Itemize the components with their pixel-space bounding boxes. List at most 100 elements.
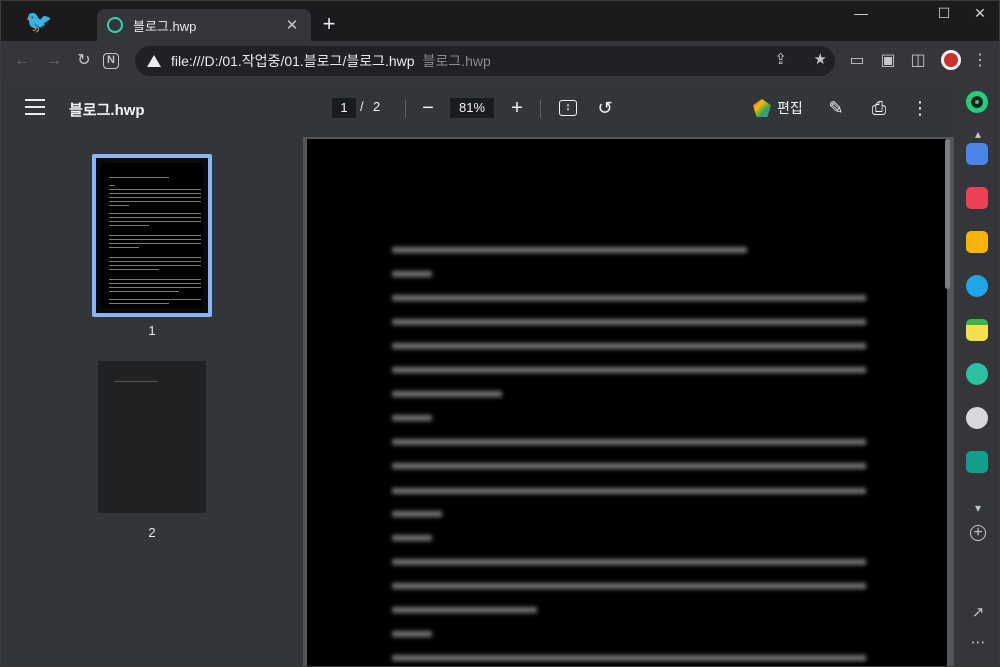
bird-decoration-icon: 🐦 (25, 9, 53, 34)
text-line (392, 655, 866, 661)
zoom-level-input[interactable]: 81% (450, 98, 494, 118)
text-line (392, 439, 866, 445)
thumb-line (109, 225, 149, 226)
add-panel-icon[interactable]: + (970, 525, 986, 541)
text-line (392, 367, 866, 373)
thumbnail-page-content (101, 163, 203, 308)
browser-window: 🐦 블로그.hwp ✕ + — ☐ ✕ ← → ↻ N file:///D:/0… (0, 0, 1000, 667)
thumbnail-label-2: 2 (148, 525, 156, 540)
not-secure-icon[interactable] (147, 55, 161, 67)
url-text: file:///D:/01.작업중/01.블로그/블로그.hwp (171, 53, 415, 69)
profile-avatar[interactable] (941, 50, 961, 70)
page-thumbnail-2[interactable] (98, 361, 206, 513)
fit-page-icon[interactable]: ↕ (559, 100, 577, 116)
gemini-icon (753, 99, 771, 117)
text-line (392, 319, 866, 325)
rotate-icon[interactable]: ↺ (594, 97, 616, 119)
text-line (392, 463, 866, 469)
document-page (307, 139, 947, 666)
maximize-button[interactable]: ☐ (929, 5, 959, 22)
thumb-line (109, 247, 139, 248)
address-bar[interactable]: file:///D:/01.작업중/01.블로그/블로그.hwp 블로그.hwp… (135, 46, 835, 76)
thumb-line (109, 265, 201, 266)
share-icon[interactable]: ⇪ (774, 50, 787, 68)
thumb-line (109, 217, 201, 218)
thumb-line (109, 189, 201, 190)
thumb-line (109, 287, 201, 288)
whale-icon[interactable] (966, 91, 988, 113)
pocket-icon[interactable] (966, 187, 988, 209)
tab-favicon-icon (107, 17, 123, 33)
zoom-in-button[interactable]: + (506, 97, 528, 119)
tab-strip: 🐦 블로그.hwp ✕ + — ☐ ✕ (1, 1, 999, 41)
text-line (392, 631, 432, 637)
thumb-line (109, 221, 201, 222)
edit-label: 편집 (777, 100, 803, 116)
text-line (392, 247, 747, 253)
new-tab-button[interactable]: + (317, 13, 341, 37)
tab-title: 블로그.hwp (133, 18, 197, 34)
page-thumbnail-1[interactable] (92, 154, 212, 317)
thumbnail-sidebar: 1 2 (1, 137, 303, 666)
thumb-line (109, 283, 201, 284)
chevron-up-icon[interactable]: ▴ (970, 127, 986, 141)
thumb-line (109, 235, 201, 236)
zoom-out-button[interactable]: − (417, 97, 439, 119)
thumb-line (109, 201, 201, 202)
bookmark-star-icon[interactable]: ★ (814, 50, 827, 68)
tab-close-button[interactable]: ✕ (283, 16, 301, 34)
more-menu-icon[interactable]: ⋮ (969, 50, 991, 72)
edit-button[interactable]: 편집 (753, 96, 803, 120)
document-title: 블로그.hwp (69, 102, 145, 119)
text-line (392, 559, 866, 565)
hamburger-menu-icon[interactable] (25, 99, 45, 115)
pdf-toolbar: 블로그.hwp 1 / 2 − 81% + ↕ ↺ 편집 ✎ ⎙ ⋮ (1, 81, 954, 137)
naver-icon[interactable]: N (103, 53, 119, 69)
thumb-line (109, 205, 129, 206)
thumb-line (109, 243, 201, 244)
text-line (392, 391, 502, 397)
back-icon[interactable]: ← (11, 50, 33, 72)
thumb-line (109, 279, 201, 280)
tab-active[interactable]: 블로그.hwp ✕ (97, 9, 311, 41)
page-separator: / (360, 99, 364, 114)
briefcase-icon[interactable] (966, 143, 988, 165)
print-icon[interactable]: ⎙ (868, 97, 890, 119)
page-number-input[interactable]: 1 (332, 98, 356, 118)
panel-more-icon[interactable]: ⋯ (970, 633, 986, 651)
thumb-line (109, 193, 201, 194)
papago-icon[interactable] (966, 275, 988, 297)
divider (540, 100, 541, 118)
thumb-line (109, 177, 169, 178)
url-title-hint: 블로그.hwp (422, 53, 491, 69)
text-line (392, 511, 442, 517)
gamepad-icon[interactable] (966, 451, 988, 473)
pencil-icon[interactable]: ✎ (825, 97, 847, 119)
thumb-line (109, 197, 201, 198)
forward-icon[interactable]: → (43, 50, 65, 72)
more-options-icon[interactable]: ⋮ (909, 97, 931, 119)
text-line (392, 271, 432, 277)
document-viewport[interactable] (303, 137, 954, 666)
play-icon[interactable] (966, 363, 988, 385)
thumb-line (109, 303, 169, 304)
capture-icon[interactable]: ▣ (877, 50, 899, 72)
pip-icon[interactable]: ▭ (846, 50, 868, 72)
chevron-down-icon[interactable]: ▾ (970, 501, 986, 515)
side-panel: ▴ ▾ + ↗ ⋯ (954, 81, 999, 666)
minimize-button[interactable]: — (846, 5, 876, 21)
thumbnail-label-1: 1 (148, 323, 156, 338)
text-line (392, 583, 866, 589)
note-icon[interactable] (966, 319, 988, 341)
browser-toolbar: ← → ↻ N file:///D:/01.작업중/01.블로그/블로그.hwp… (1, 41, 999, 81)
close-window-button[interactable]: ✕ (965, 5, 995, 22)
open-external-icon[interactable]: ↗ (970, 603, 986, 621)
split-view-icon[interactable]: ◫ (907, 50, 929, 72)
thumb-line (109, 291, 179, 292)
text-line (392, 343, 866, 349)
star-icon[interactable] (966, 231, 988, 253)
text-line (392, 415, 432, 421)
document-scrollbar[interactable] (945, 139, 950, 289)
avatar-icon[interactable] (966, 407, 988, 429)
reload-icon[interactable]: ↻ (73, 50, 95, 72)
